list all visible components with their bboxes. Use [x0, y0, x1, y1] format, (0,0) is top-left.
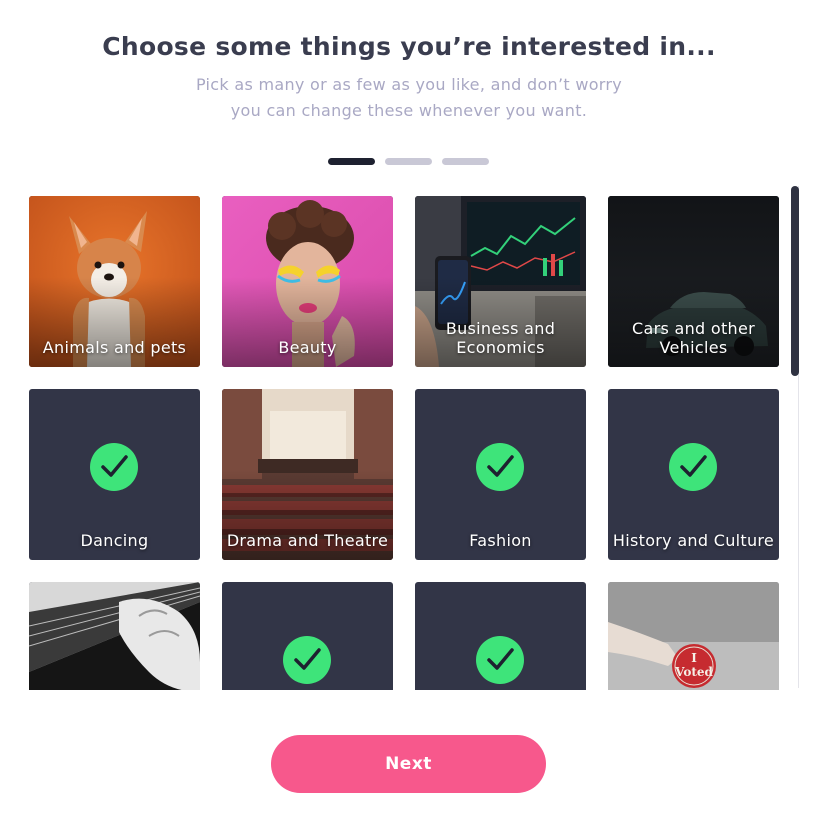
interest-tile-row3-col2[interactable]: [222, 582, 393, 690]
interest-tile-politics[interactable]: I Voted: [608, 582, 779, 690]
interest-tile-drama-and-theatre[interactable]: Drama and Theatre: [222, 389, 393, 560]
interest-tile-beauty[interactable]: Beauty: [222, 196, 393, 367]
interest-label: Animals and pets: [42, 338, 187, 357]
progress-step-2: [385, 158, 432, 165]
interest-label: Cars and other Vehicles: [632, 319, 755, 357]
interest-label: Fashion: [469, 531, 532, 550]
guitar-photo: [29, 582, 200, 690]
interest-tile-cars-and-other-vehicles[interactable]: Cars and other Vehicles: [608, 196, 779, 367]
sticker-text-line2: Voted: [674, 665, 713, 679]
interest-tile-business-and-economics[interactable]: Business and Economics: [415, 196, 586, 367]
selected-check-icon: [476, 636, 524, 684]
page-title: Choose some things you’re interested in.…: [102, 32, 716, 61]
selected-check-icon: [283, 636, 331, 684]
interest-picker-page: Choose some things you’re interested in.…: [0, 0, 818, 823]
interest-tile-fashion[interactable]: Fashion: [415, 389, 586, 560]
interest-label: Beauty: [278, 338, 337, 357]
grid-scrollbar[interactable]: [790, 186, 799, 688]
interest-label: History and Culture: [612, 531, 775, 550]
page-subtitle: Pick as many or as few as you like, and …: [160, 72, 658, 124]
i-voted-sticker-photo: I Voted: [608, 582, 779, 690]
interest-grid-viewport: Animals and pets Beauty Business and Eco…: [29, 196, 789, 690]
progress-step-3: [442, 158, 489, 165]
interest-tile-animals-and-pets[interactable]: Animals and pets: [29, 196, 200, 367]
next-button[interactable]: Next: [271, 735, 546, 793]
grid-scrollbar-thumb[interactable]: [791, 186, 799, 376]
interest-label: Drama and Theatre: [226, 531, 389, 550]
interest-tile-row3-col3[interactable]: [415, 582, 586, 690]
interest-tile-history-and-culture[interactable]: History and Culture: [608, 389, 779, 560]
selected-check-icon: [669, 443, 717, 491]
sticker-text-line1: I: [691, 651, 697, 665]
interest-label: Business and Economics: [445, 319, 556, 357]
selected-check-icon: [476, 443, 524, 491]
interest-tile-music[interactable]: [29, 582, 200, 690]
interest-tile-dancing[interactable]: Dancing: [29, 389, 200, 560]
subtitle-line-2: you can change these whenever you want.: [230, 101, 588, 120]
interest-label: Dancing: [80, 531, 149, 550]
subtitle-line-1: Pick as many or as few as you like, and …: [195, 75, 623, 94]
progress-indicator: [328, 158, 489, 165]
progress-step-1: [328, 158, 375, 165]
selected-check-icon: [90, 443, 138, 491]
